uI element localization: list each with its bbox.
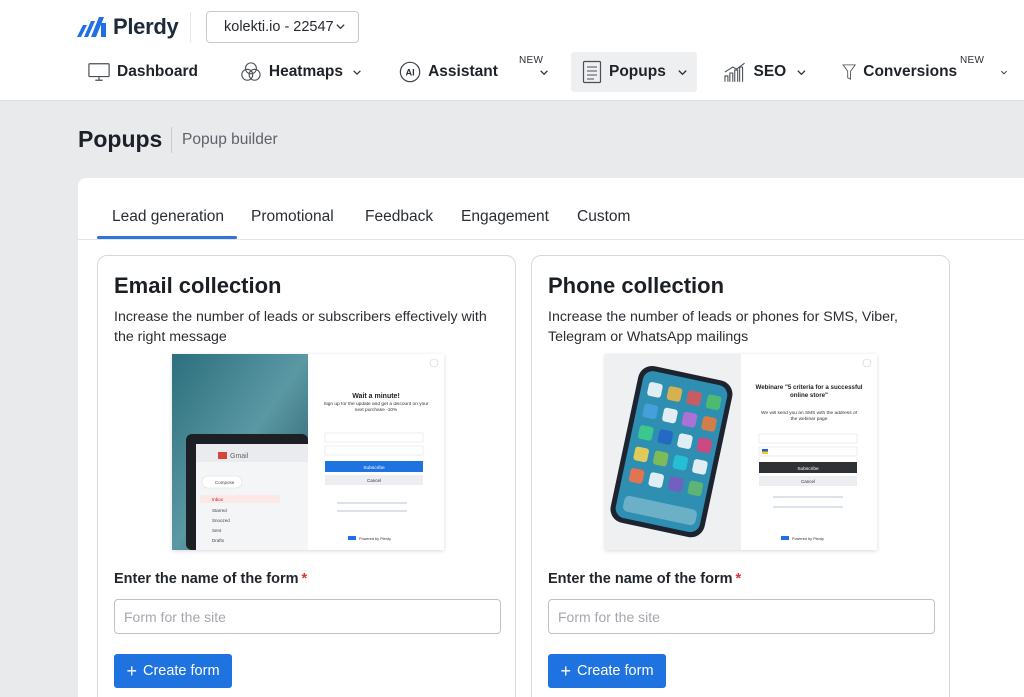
plerdy-logo[interactable]: Plerdy bbox=[77, 14, 179, 40]
svg-text:Subscribe: Subscribe bbox=[797, 466, 819, 472]
svg-text:AI: AI bbox=[405, 68, 414, 78]
nav-conversions-label: Conversions bbox=[863, 63, 958, 80]
nav-assistant[interactable]: AI Assistant NEW bbox=[399, 52, 549, 92]
form-name-input[interactable] bbox=[548, 599, 935, 634]
plerdy-logo-icon bbox=[77, 17, 106, 37]
card-description: Increase the number of leads or phones f… bbox=[548, 309, 898, 345]
create-form-button-label: Create form bbox=[576, 663, 654, 679]
create-form-button[interactable]: + Create form bbox=[548, 654, 666, 688]
chevron-down-icon bbox=[678, 69, 687, 75]
svg-text:Sent: Sent bbox=[212, 528, 222, 533]
card-description: Increase the number of leads or subscrib… bbox=[114, 309, 487, 345]
phone-popup-preview-image: Webinare "5 criteria for a successful on… bbox=[605, 354, 877, 550]
form-name-label-text: Enter the name of the form bbox=[114, 571, 299, 587]
phone-collection-card[interactable]: Phone collection Increase the number of … bbox=[531, 255, 950, 697]
nav-assistant-label: Assistant bbox=[428, 63, 498, 80]
nav-seo-label: SEO bbox=[753, 63, 787, 80]
page-subtitle: Popup builder bbox=[182, 131, 278, 148]
funnel-icon bbox=[842, 64, 857, 80]
nav-heatmaps-label: Heatmaps bbox=[268, 63, 343, 80]
tab-promotional[interactable]: Promotional bbox=[251, 208, 334, 226]
svg-text:Inbox: Inbox bbox=[212, 497, 224, 502]
nav-popups-label: Popups bbox=[609, 63, 666, 80]
chevron-down-icon bbox=[540, 69, 548, 75]
page-title: Popups bbox=[78, 126, 163, 152]
active-tab-indicator bbox=[97, 236, 237, 239]
bar-chart-icon bbox=[724, 62, 745, 82]
new-badge: NEW bbox=[960, 55, 985, 66]
new-badge: NEW bbox=[519, 55, 544, 66]
chevron-down-icon bbox=[797, 69, 806, 75]
card-title: Phone collection bbox=[548, 273, 725, 298]
site-selector-value: kolekti.io - 22547 bbox=[224, 19, 334, 35]
required-asterisk: * bbox=[735, 571, 742, 587]
svg-text:Compose: Compose bbox=[215, 480, 235, 485]
header-divider bbox=[190, 12, 191, 42]
chevron-down-icon bbox=[1001, 70, 1008, 75]
svg-text:Powered by Plerdy: Powered by Plerdy bbox=[792, 537, 824, 541]
create-form-button-label: Create form bbox=[142, 663, 220, 679]
email-popup-preview: Gmail Compose Inbox Starred Snoozed Sent… bbox=[172, 354, 444, 550]
svg-text:Gmail: Gmail bbox=[230, 453, 249, 460]
form-name-label: Enter the name of the form * bbox=[548, 571, 741, 587]
nav-seo[interactable]: SEO bbox=[723, 52, 807, 92]
title-divider bbox=[171, 127, 172, 153]
phone-popup-preview: Webinare "5 criteria for a successful on… bbox=[605, 354, 877, 550]
nav-conversions[interactable]: Conversions NEW bbox=[842, 52, 1008, 92]
tab-lead-generation[interactable]: Lead generation bbox=[112, 208, 224, 226]
nav-heatmaps[interactable]: Heatmaps bbox=[240, 52, 362, 92]
plus-icon: + bbox=[126, 661, 137, 681]
svg-text:Starred: Starred bbox=[212, 508, 227, 513]
tab-custom[interactable]: Custom bbox=[577, 208, 630, 226]
nav-dashboard[interactable]: Dashboard bbox=[88, 52, 198, 92]
svg-text:Cancel: Cancel bbox=[367, 478, 381, 483]
create-form-button[interactable]: + Create form bbox=[114, 654, 232, 688]
chevron-down-icon bbox=[353, 69, 361, 75]
monitor-icon bbox=[88, 63, 110, 81]
form-name-input[interactable] bbox=[114, 599, 501, 634]
svg-text:Subscribe: Subscribe bbox=[363, 465, 385, 471]
document-icon bbox=[582, 60, 602, 84]
ai-icon: AI bbox=[399, 61, 421, 83]
tab-feedback[interactable]: Feedback bbox=[365, 208, 433, 226]
svg-text:Powered by Plerdy: Powered by Plerdy bbox=[359, 537, 391, 541]
email-popup-preview-image: Gmail Compose Inbox Starred Snoozed Sent… bbox=[172, 354, 444, 550]
form-name-label-text: Enter the name of the form bbox=[548, 571, 733, 587]
top-header: Plerdy kolekti.io - 22547 Dashboard Heat… bbox=[0, 0, 1024, 101]
logo-text: Plerdy bbox=[113, 14, 179, 39]
chevron-down-icon bbox=[336, 24, 345, 30]
svg-text:Cancel: Cancel bbox=[801, 479, 815, 484]
email-collection-card[interactable]: Email collection Increase the number of … bbox=[97, 255, 516, 697]
plus-icon: + bbox=[560, 661, 571, 681]
tab-engagement[interactable]: Engagement bbox=[461, 208, 549, 226]
svg-text:Drafts: Drafts bbox=[212, 538, 225, 543]
nav-dashboard-label: Dashboard bbox=[117, 63, 198, 80]
card-title: Email collection bbox=[114, 273, 282, 298]
svg-text:Wait a minute!: Wait a minute! bbox=[352, 393, 400, 400]
heatmap-circles-icon bbox=[241, 62, 261, 81]
svg-text:Snoozed: Snoozed bbox=[212, 518, 230, 523]
category-tabs: Lead generation Promotional Feedback Eng… bbox=[78, 178, 1024, 240]
required-asterisk: * bbox=[301, 571, 308, 587]
nav-popups[interactable]: Popups bbox=[571, 52, 697, 92]
site-selector-dropdown[interactable]: kolekti.io - 22547 bbox=[206, 11, 359, 43]
form-name-label: Enter the name of the form * bbox=[114, 571, 307, 587]
